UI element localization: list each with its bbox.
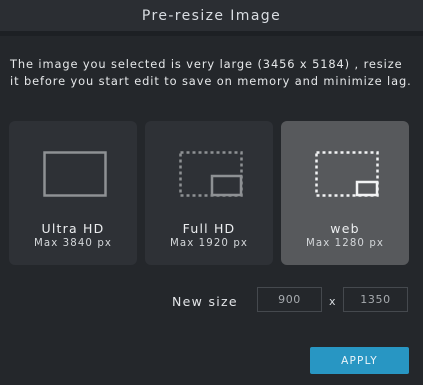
header-divider <box>0 31 423 36</box>
width-input[interactable] <box>257 287 322 312</box>
full-hd-icon <box>179 151 243 197</box>
dialog-header: Pre-resize Image <box>0 0 423 31</box>
size-separator: x <box>329 295 336 308</box>
apply-button[interactable]: APPLY <box>310 347 409 374</box>
option-max-size: Max 3840 px <box>33 238 113 249</box>
new-size-label: New size <box>172 294 238 309</box>
option-name: web <box>330 221 360 236</box>
web-size-icon <box>315 151 379 197</box>
dialog-title: Pre-resize Image <box>141 7 282 24</box>
option-ultra-hd[interactable]: Ultra HD Max 3840 px <box>9 121 137 265</box>
resize-message: The image you selected is very large (34… <box>10 57 412 88</box>
pre-resize-dialog: Pre-resize Image The image you selected … <box>0 0 423 385</box>
height-input[interactable] <box>343 287 408 312</box>
option-max-size: Max 1280 px <box>305 238 385 249</box>
ultra-hd-icon <box>43 151 107 197</box>
option-web[interactable]: web Max 1280 px <box>281 121 409 265</box>
option-name: Ultra HD <box>41 221 105 236</box>
option-max-size: Max 1920 px <box>169 238 249 249</box>
option-full-hd[interactable]: Full HD Max 1920 px <box>145 121 273 265</box>
option-name: Full HD <box>182 221 236 236</box>
